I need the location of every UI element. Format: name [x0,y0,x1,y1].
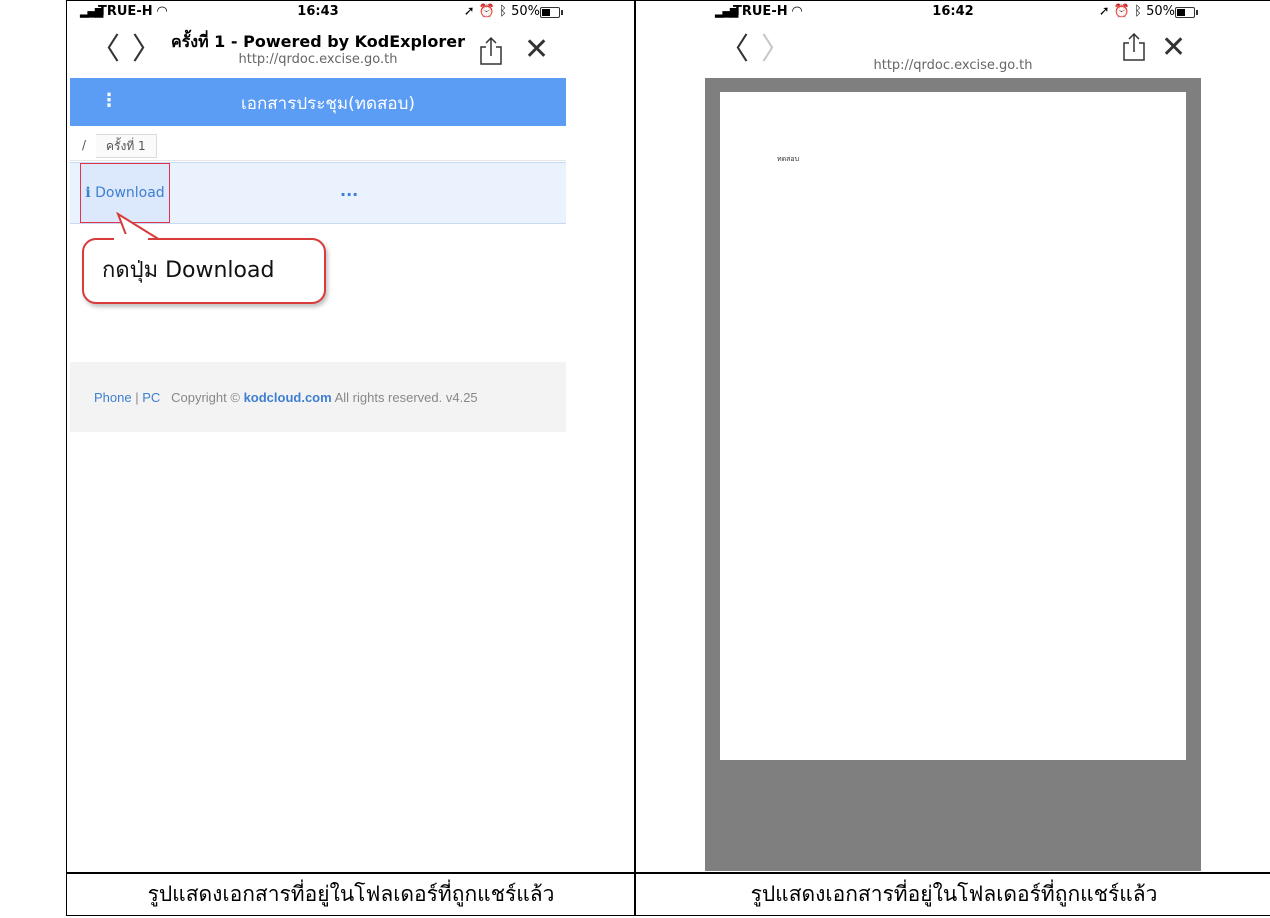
status-bar: ▂▄▆TRUE-H ◠ 16:43 ➚ ⏰ ᛒ 50% [70,2,566,22]
location-arrow-icon: ➚ [1098,4,1110,19]
document-viewer[interactable]: ทดสอบ [705,78,1201,871]
close-icon[interactable]: ✕ [1161,30,1186,66]
callout-pointer-mask [114,234,148,242]
brand-link[interactable]: kodcloud.com [244,390,332,405]
column-divider [634,0,636,916]
rights-text: All rights reserved. v4.25 [334,390,478,405]
footer: Phone | PC Copyright © kodcloud.com All … [70,362,566,432]
more-button[interactable]: ... [340,181,358,200]
document-page: ทดสอบ [720,92,1186,760]
callout-text: กดปุ่ม Download [102,258,275,283]
close-icon[interactable]: ✕ [524,32,549,68]
breadcrumb: / ครั้งที่ 1 [70,130,566,161]
battery-icon [1175,7,1198,18]
alarm-icon: ⏰ [478,4,495,19]
alarm-icon: ⏰ [1113,4,1130,19]
right-screenshot: ▂▄▆TRUE-H ◠ 16:42 ➚ ⏰ ᛒ 50% 〈 〉 http://q… [705,2,1201,871]
caption-left: รูปแสดงเอกสารที่อยู่ในโฟลเดอร์ที่ถูกแชร์… [147,882,555,906]
back-button[interactable]: 〈 [90,30,120,70]
status-icons: ➚ ⏰ ᛒ 50% [464,4,540,19]
footer-separator: | [131,390,143,405]
url-label[interactable]: http://qrdoc.excise.go.th [785,58,1121,73]
share-icon[interactable] [478,36,504,66]
phone-link[interactable]: Phone [94,390,132,405]
breadcrumb-root[interactable]: / [82,138,86,152]
status-bar: ▂▄▆TRUE-H ◠ 16:42 ➚ ⏰ ᛒ 50% [705,2,1201,22]
info-icon: i [85,185,91,201]
breadcrumb-item[interactable]: ครั้งที่ 1 [96,134,157,158]
app-header: ⋮ เอกสารประชุม(ทดสอบ) [70,78,566,126]
status-icons: ➚ ⏰ ᛒ 50% [1099,4,1175,19]
copyright-text: Copyright © [171,390,240,405]
caption-right: รูปแสดงเอกสารที่อยู่ในโฟลเดอร์ที่ถูกแชร์… [750,882,1158,906]
left-screenshot: ▂▄▆TRUE-H ◠ 16:43 ➚ ⏰ ᛒ 50% 〈 〉 ครั้งที่… [70,2,566,871]
folder-title: เอกสารประชุม(ทดสอบ) [240,94,416,114]
battery-percent: 50% [1146,4,1175,19]
location-arrow-icon: ➚ [463,4,475,19]
browser-nav: 〈 〉 ครั้งที่ 1 - Powered by KodExplorer … [70,24,566,76]
back-button[interactable]: 〈 [719,30,749,70]
battery-icon [540,7,563,18]
share-icon[interactable] [1121,32,1147,62]
caption-divider [66,872,1270,874]
battery-percent: 50% [511,4,540,19]
bluetooth-icon: ᛒ [1134,4,1142,19]
pc-link[interactable]: PC [142,390,160,405]
bluetooth-icon: ᛒ [499,4,507,19]
footer-text: Phone | PC Copyright © kodcloud.com All … [94,390,478,405]
document-text: ทดสอบ [777,155,800,163]
browser-nav: 〈 〉 http://qrdoc.excise.go.th ✕ [705,24,1201,76]
url-label[interactable]: http://qrdoc.excise.go.th [150,52,486,67]
instruction-callout: กดปุ่ม Download [82,238,326,304]
download-label: Download [95,185,165,201]
